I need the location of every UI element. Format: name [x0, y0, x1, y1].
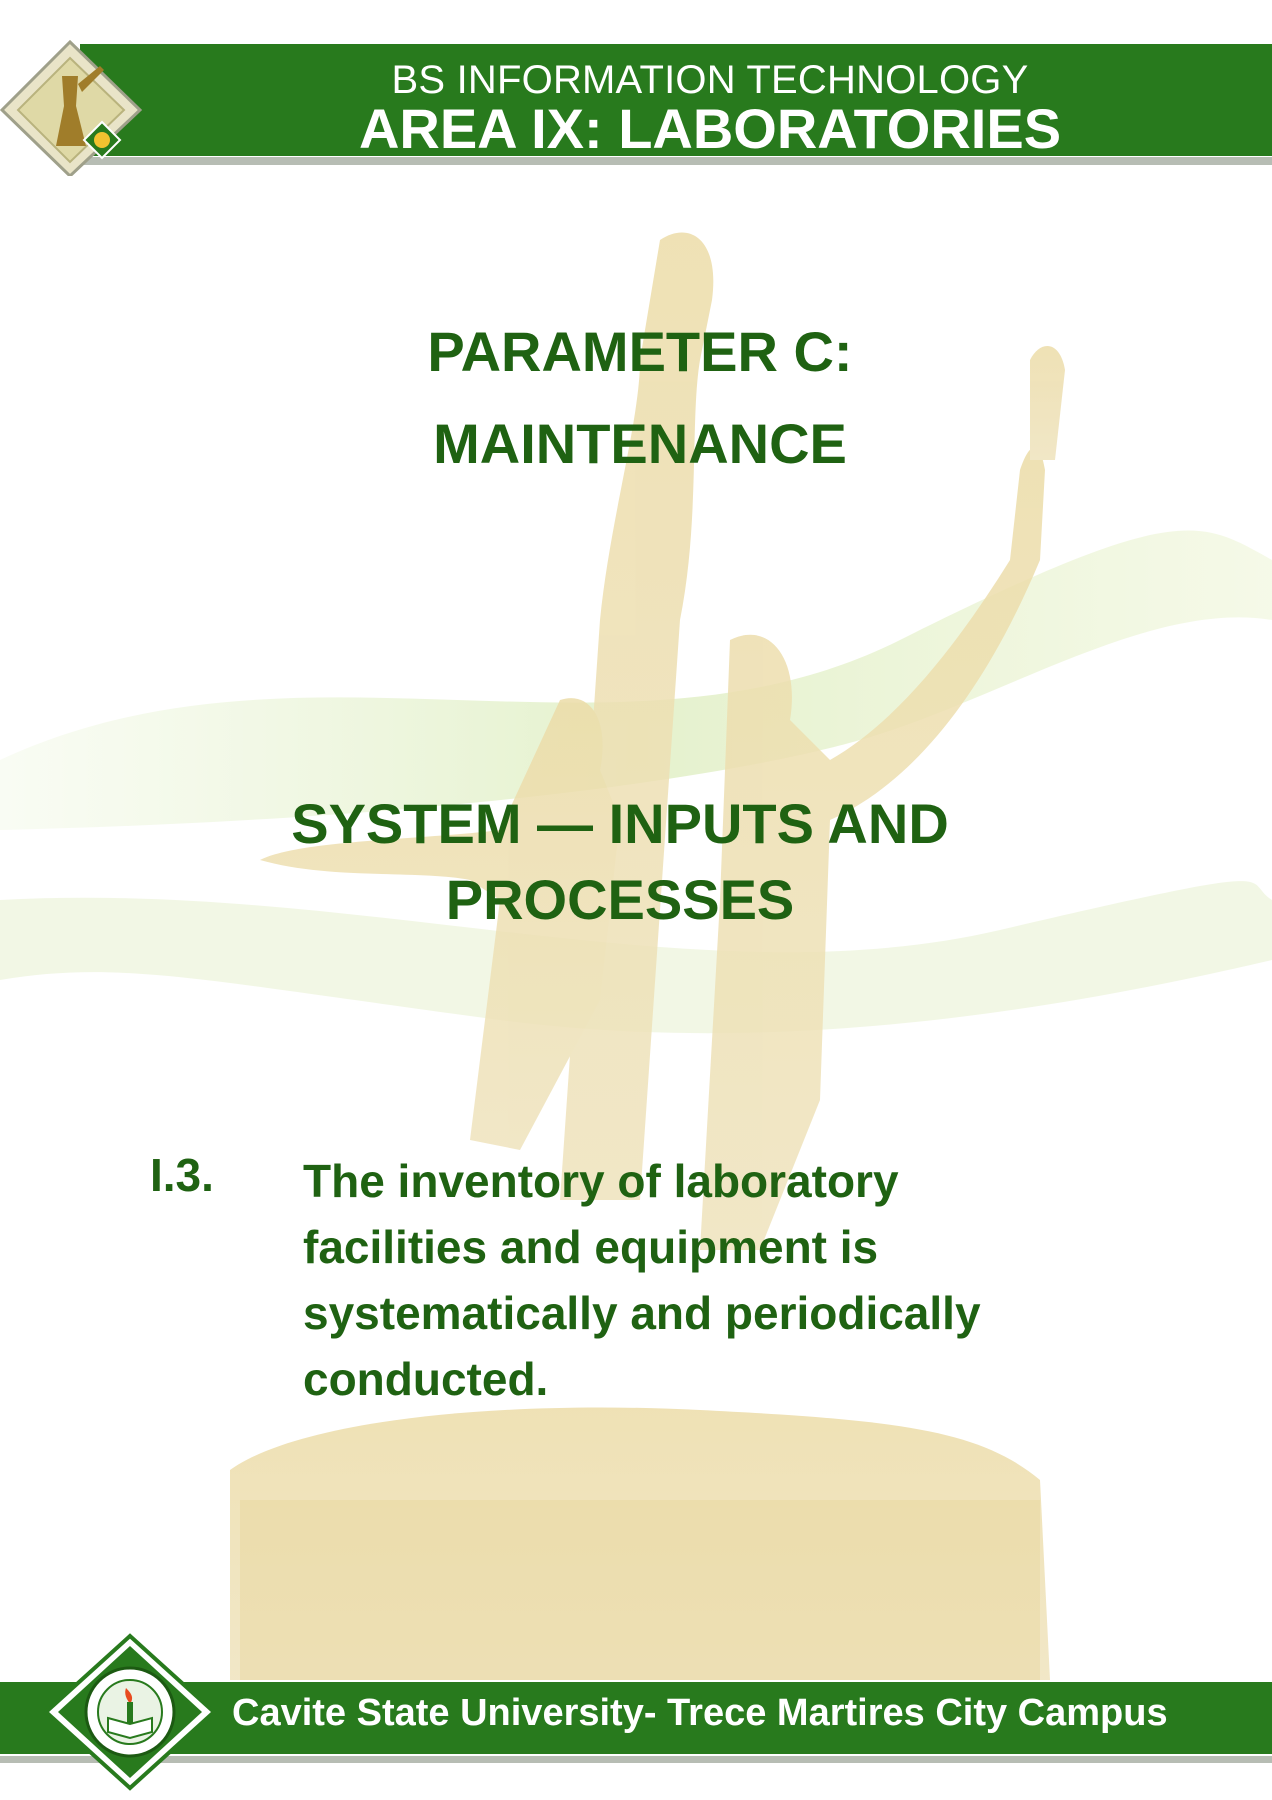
item-line: systematically and periodically [303, 1287, 981, 1339]
monument-diamond-logo-icon [0, 39, 143, 176]
parameter-line-1: PARAMETER C: [427, 320, 853, 383]
item-description: The inventory of laboratory facilities a… [303, 1148, 1123, 1412]
university-seal-icon [43, 1633, 217, 1791]
area-title: AREA IX: LABORATORIES [358, 97, 1062, 160]
campus-name: Cavite State University- Trece Martires … [232, 1692, 1168, 1734]
section-line-2: PROCESSES [445, 868, 795, 931]
parameter-heading: PARAMETER C: MAINTENANCE [280, 306, 1000, 490]
item-line: The inventory of laboratory [303, 1155, 899, 1207]
item-number: I.3. [150, 1149, 214, 1201]
item-line: conducted. [303, 1353, 549, 1405]
item-line: facilities and equipment is [303, 1221, 879, 1273]
parameter-line-2: MAINTENANCE [433, 412, 847, 475]
section-heading: SYSTEM — INPUTS AND PROCESSES [200, 786, 1040, 938]
section-line-1: SYSTEM — INPUTS AND [291, 792, 949, 855]
